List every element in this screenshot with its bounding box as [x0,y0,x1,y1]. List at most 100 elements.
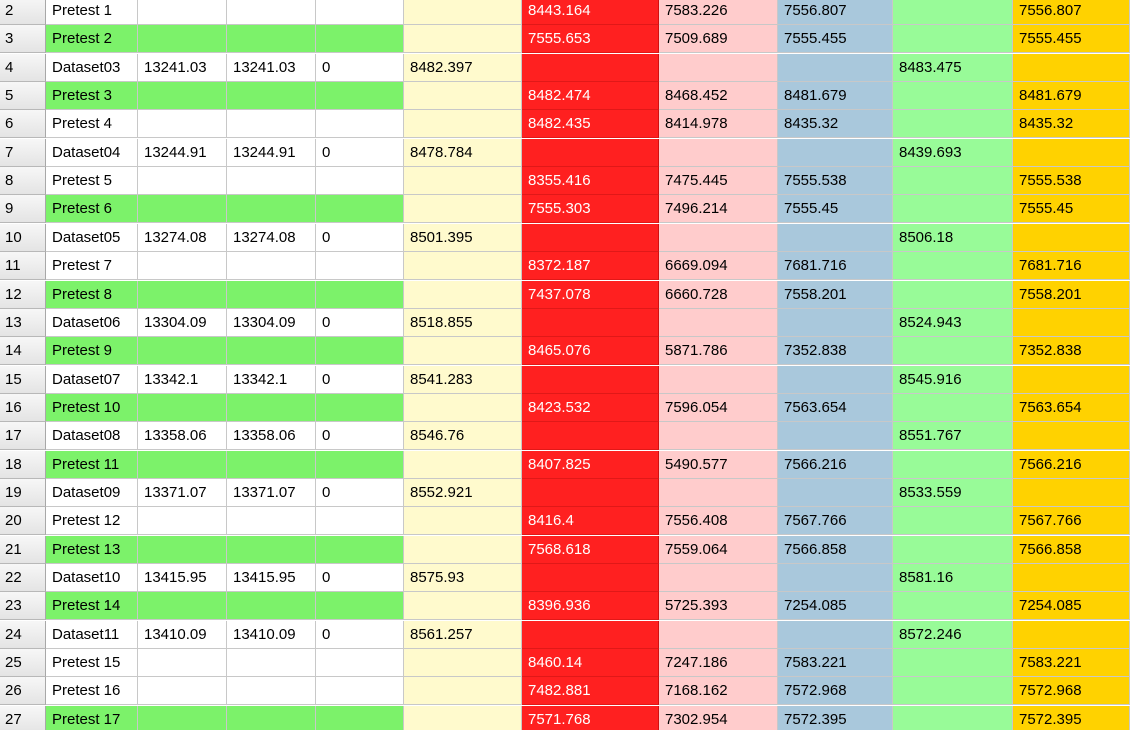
table-cell[interactable] [659,138,778,167]
table-cell[interactable] [893,450,1013,479]
table-cell[interactable]: 13342.1 [227,365,316,394]
row-header[interactable]: 2 [0,0,46,25]
table-cell[interactable]: 8460.14 [522,649,659,678]
table-cell[interactable]: 5490.577 [659,450,778,479]
table-cell[interactable] [522,223,659,252]
row-header[interactable]: 12 [0,280,46,309]
row-header[interactable]: 17 [0,422,46,451]
table-cell[interactable] [522,422,659,451]
table-cell[interactable]: 7566.216 [1013,450,1130,479]
table-cell[interactable]: Dataset11 [46,620,138,649]
table-cell[interactable] [316,677,404,706]
table-cell[interactable]: Pretest 10 [46,393,138,422]
table-cell[interactable]: Pretest 7 [46,252,138,281]
table-cell[interactable]: 7302.954 [659,705,778,730]
table-cell[interactable]: 7568.618 [522,535,659,564]
table-cell[interactable] [404,252,522,281]
table-cell[interactable]: 0 [316,365,404,394]
table-cell[interactable]: Pretest 15 [46,649,138,678]
table-cell[interactable] [138,535,227,564]
table-cell[interactable] [404,705,522,730]
table-cell[interactable] [138,705,227,730]
table-cell[interactable] [138,280,227,309]
table-cell[interactable]: Pretest 5 [46,167,138,196]
table-cell[interactable]: 8541.283 [404,365,522,394]
table-cell[interactable] [522,53,659,82]
table-cell[interactable] [659,478,778,507]
table-cell[interactable]: 8546.76 [404,422,522,451]
table-cell[interactable]: 7572.395 [1013,705,1130,730]
table-cell[interactable]: 8501.395 [404,223,522,252]
table-cell[interactable]: 13410.09 [138,620,227,649]
table-cell[interactable] [893,82,1013,111]
table-cell[interactable] [227,450,316,479]
table-cell[interactable] [659,223,778,252]
table-cell[interactable]: 8435.32 [778,110,893,139]
table-cell[interactable] [227,280,316,309]
table-cell[interactable]: 8483.475 [893,53,1013,82]
table-cell[interactable]: Pretest 3 [46,82,138,111]
table-cell[interactable]: 8416.4 [522,507,659,536]
row-header[interactable]: 4 [0,53,46,82]
table-cell[interactable] [778,53,893,82]
table-cell[interactable] [404,649,522,678]
table-cell[interactable]: 0 [316,223,404,252]
row-header[interactable]: 5 [0,82,46,111]
table-cell[interactable]: 8481.679 [1013,82,1130,111]
table-cell[interactable]: 8468.452 [659,82,778,111]
table-cell[interactable]: 8478.784 [404,138,522,167]
table-cell[interactable] [778,138,893,167]
table-cell[interactable]: 13342.1 [138,365,227,394]
table-cell[interactable] [1013,564,1130,592]
table-cell[interactable]: 7583.221 [778,649,893,678]
table-cell[interactable] [227,393,316,422]
table-cell[interactable]: Dataset08 [46,422,138,451]
table-cell[interactable] [404,82,522,111]
table-cell[interactable]: 7247.186 [659,649,778,678]
table-cell[interactable] [316,110,404,139]
table-cell[interactable] [659,308,778,337]
row-header[interactable]: 27 [0,705,46,730]
table-cell[interactable]: 0 [316,308,404,337]
table-cell[interactable]: Dataset04 [46,138,138,167]
table-cell[interactable]: 8552.921 [404,478,522,507]
row-header[interactable]: 21 [0,535,46,564]
table-cell[interactable] [404,677,522,706]
row-header[interactable]: 7 [0,138,46,167]
table-cell[interactable] [138,110,227,139]
table-cell[interactable]: 7556.807 [1013,0,1130,25]
table-cell[interactable]: 5725.393 [659,592,778,621]
table-cell[interactable]: 13415.95 [138,564,227,592]
table-cell[interactable]: 8572.246 [893,620,1013,649]
table-cell[interactable] [404,25,522,54]
table-cell[interactable] [404,450,522,479]
row-header[interactable]: 13 [0,308,46,337]
table-cell[interactable]: 7566.858 [1013,535,1130,564]
table-cell[interactable] [227,25,316,54]
table-cell[interactable]: 8545.916 [893,365,1013,394]
table-cell[interactable]: 13358.06 [227,422,316,451]
table-cell[interactable]: 8465.076 [522,337,659,366]
table-cell[interactable]: 8481.679 [778,82,893,111]
table-cell[interactable]: Pretest 2 [46,25,138,54]
table-cell[interactable] [893,337,1013,366]
table-cell[interactable]: 8407.825 [522,450,659,479]
table-cell[interactable]: Pretest 17 [46,705,138,730]
table-cell[interactable]: 7583.221 [1013,649,1130,678]
table-cell[interactable] [404,167,522,196]
table-cell[interactable] [1013,365,1130,394]
table-cell[interactable]: 7555.455 [1013,25,1130,54]
table-cell[interactable]: 13244.91 [138,138,227,167]
table-cell[interactable] [1013,53,1130,82]
table-cell[interactable]: 8396.936 [522,592,659,621]
table-cell[interactable] [778,308,893,337]
table-cell[interactable] [227,592,316,621]
table-cell[interactable] [893,649,1013,678]
table-cell[interactable] [404,0,522,25]
table-cell[interactable] [138,167,227,196]
table-cell[interactable] [227,0,316,25]
row-header[interactable]: 26 [0,677,46,706]
table-cell[interactable]: 8443.164 [522,0,659,25]
table-cell[interactable]: 8561.257 [404,620,522,649]
table-cell[interactable] [227,337,316,366]
